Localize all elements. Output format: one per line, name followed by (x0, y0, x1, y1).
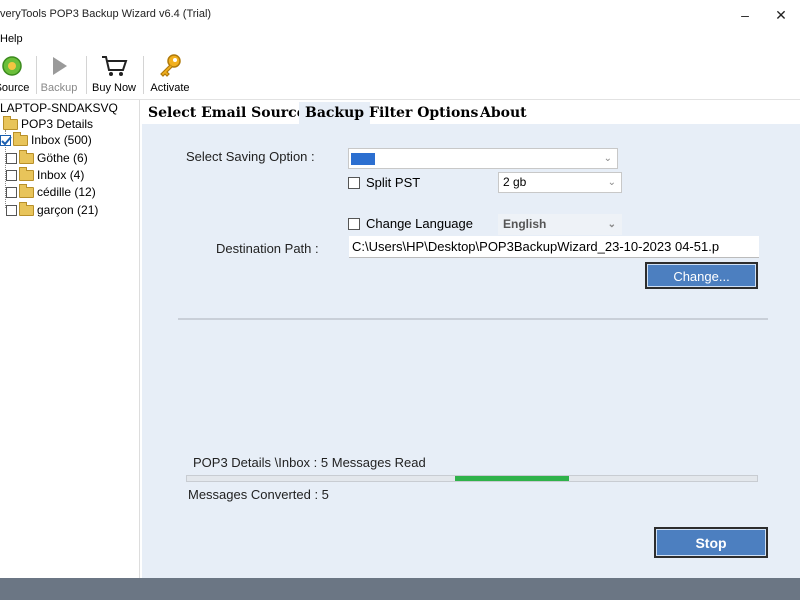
menu-help[interactable]: Help (0, 33, 23, 45)
checkbox[interactable] (6, 204, 17, 216)
status-bar (0, 578, 800, 600)
toolbar-separator (86, 56, 87, 94)
tree-item-folder[interactable]: cédille (12) (6, 183, 96, 200)
checkbox[interactable] (6, 169, 17, 181)
checkbox[interactable] (6, 186, 17, 198)
change-button[interactable]: Change... (645, 262, 758, 289)
split-pst-checkbox[interactable]: Split PST (348, 175, 420, 190)
divider (178, 318, 768, 320)
chevron-down-icon: ⌄ (607, 177, 616, 188)
saving-option-dropdown[interactable]: ⌄ (348, 148, 618, 169)
activate-label: Activate (150, 82, 190, 94)
progress-bar (186, 475, 758, 482)
change-button-label: Change... (647, 264, 756, 287)
folder-icon (13, 131, 28, 146)
tree-folder-label: garçon (21) (37, 203, 99, 217)
tree-pop3-label: POP3 Details (21, 117, 94, 131)
selected-highlight (351, 153, 375, 165)
window-title: veryTools POP3 Backup Wizard v6.4 (Trial… (0, 8, 212, 20)
tree-inbox-label: Inbox (500) (31, 133, 92, 147)
tree-item-folder[interactable]: garçon (21) (6, 201, 99, 218)
messages-converted-text: Messages Converted : 5 (188, 487, 329, 502)
stop-button[interactable]: Stop (654, 527, 768, 558)
tree-root[interactable]: LAPTOP-SNDAKSVQ (0, 100, 118, 116)
split-pst-label: Split PST (366, 175, 421, 190)
tab-backup[interactable]: Backup (299, 102, 371, 124)
tree-item-pop3-details[interactable]: POP3 Details (0, 115, 94, 132)
chevron-down-icon: ⌄ (603, 153, 612, 164)
backup-tool-button[interactable]: Backup (33, 52, 85, 94)
stop-button-label: Stop (656, 529, 766, 556)
cart-icon (88, 52, 140, 80)
activate-tool-button[interactable]: Activate (144, 52, 196, 94)
play-icon (33, 52, 85, 80)
change-language-label: Change Language (366, 216, 473, 231)
split-size-value: 2 gb (503, 175, 527, 189)
tree-item-folder[interactable]: Göthe (6) (6, 149, 88, 166)
chevron-down-icon: ⌄ (607, 219, 616, 230)
folder-icon (19, 166, 34, 181)
tree-item-folder[interactable]: Inbox (4) (6, 166, 85, 183)
tree-folder-label: Inbox (4) (37, 168, 85, 182)
key-icon (144, 52, 196, 80)
change-language-checkbox[interactable]: Change Language (348, 216, 473, 231)
folder-icon (19, 183, 34, 198)
folder-icon (3, 115, 18, 130)
language-dropdown[interactable]: English ⌄ (498, 214, 622, 235)
tree-item-inbox[interactable]: Inbox (500) (0, 131, 92, 148)
buy-now-label: Buy Now (91, 82, 137, 94)
checkbox[interactable] (6, 152, 17, 164)
tab-select-email-source[interactable]: Select Email Source (142, 102, 312, 124)
tab-filter-options[interactable]: Filter Options (363, 102, 484, 124)
close-button[interactable]: ✕ (770, 4, 792, 26)
toolbar: Source Backup Buy Now Activate (0, 50, 800, 100)
progress-fill (454, 476, 569, 481)
destination-path-label: Destination Path : (216, 241, 319, 256)
checkbox-checked[interactable] (0, 134, 12, 146)
folder-icon (19, 149, 34, 164)
language-value: English (503, 217, 547, 231)
title-bar: veryTools POP3 Backup Wizard v6.4 (Trial… (0, 0, 800, 30)
tree-root-label: LAPTOP-SNDAKSVQ (0, 101, 118, 115)
tab-about[interactable]: About (474, 102, 533, 124)
status-text: POP3 Details \Inbox : 5 Messages Read (193, 455, 426, 470)
split-size-dropdown[interactable]: 2 gb ⌄ (498, 172, 622, 193)
folder-icon (19, 201, 34, 216)
tree-folder-label: cédille (12) (37, 185, 96, 199)
tab-bar: Select Email Source Backup Filter Option… (142, 100, 800, 124)
saving-option-label: Select Saving Option : (186, 149, 315, 164)
checkbox[interactable] (348, 176, 360, 189)
checkbox[interactable] (348, 217, 360, 230)
minimize-button[interactable]: – (734, 4, 756, 26)
destination-path-input[interactable]: C:\Users\HP\Desktop\POP3BackupWizard_23-… (349, 236, 759, 258)
backup-label: Backup (40, 82, 78, 94)
backup-panel: Select Saving Option : ⌄ Split PST 2 gb … (142, 124, 800, 578)
folder-tree: LAPTOP-SNDAKSVQ POP3 Details Inbox (500)… (0, 100, 140, 578)
menu-bar: Help (0, 30, 800, 50)
buy-now-tool-button[interactable]: Buy Now (88, 52, 140, 94)
tree-folder-label: Göthe (6) (37, 151, 88, 165)
